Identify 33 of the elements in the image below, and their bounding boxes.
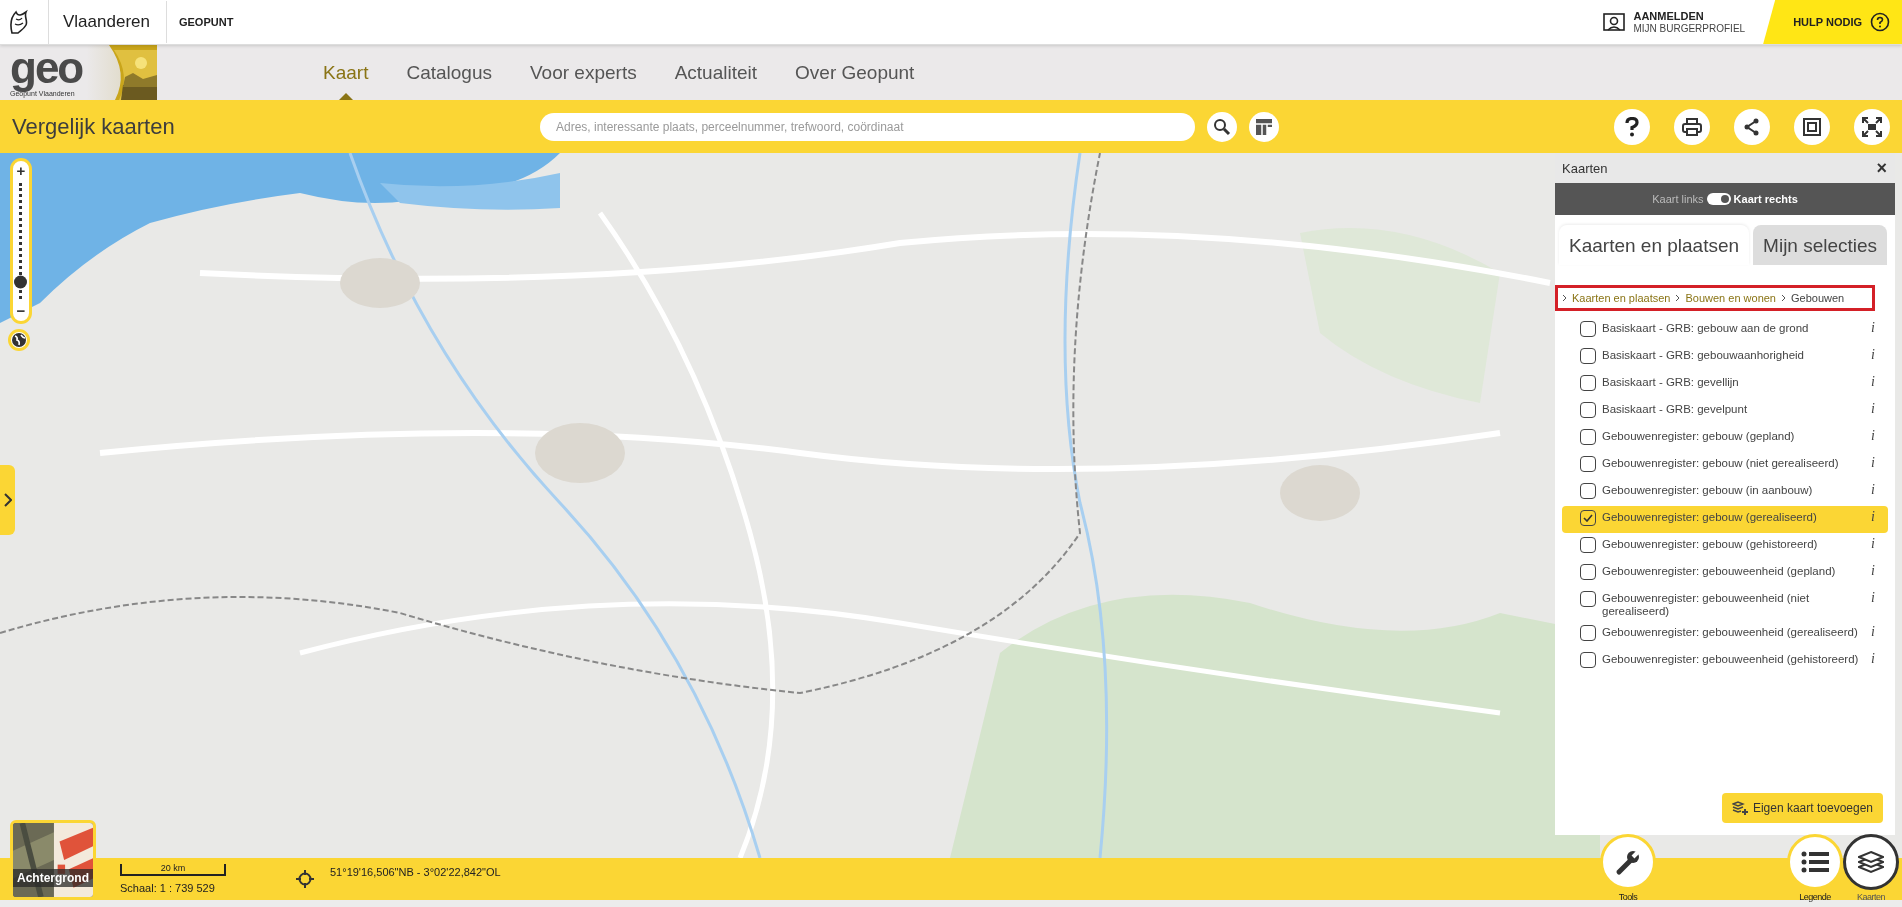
profile-card-icon[interactable]	[1603, 12, 1626, 32]
nav-tab[interactable]: Kaart	[323, 45, 369, 100]
help-button[interactable]: HULP NODIG	[1763, 0, 1902, 44]
search-field[interactable]: Adres, interessante plaats, perceelnummer, trefwoord, coördinaat	[540, 112, 1195, 141]
nav-tab[interactable]: Catalogus	[406, 45, 492, 100]
share-icon	[1743, 117, 1761, 136]
fullscreen-button[interactable]	[1854, 108, 1890, 145]
nav-tab[interactable]: Voor experts	[530, 45, 637, 100]
nav-tab[interactable]: Over Geopunt	[795, 45, 915, 100]
search-button[interactable]	[1207, 111, 1237, 142]
search-icon	[1213, 117, 1231, 136]
login-link[interactable]: AANMELDEN	[1633, 9, 1746, 24]
coordinates-text: 51°19'16,506"NB - 3°02'22,842"OL	[330, 866, 501, 878]
share-button[interactable]	[1734, 108, 1770, 145]
scale-bar: 20 km	[120, 864, 226, 876]
grid-layout-icon	[1255, 117, 1273, 136]
layout-button[interactable]	[1249, 111, 1279, 142]
fullscreen-icon	[1862, 116, 1882, 137]
nav-tab[interactable]: Actualiteit	[674, 45, 758, 100]
site-name[interactable]: GEOPUNT	[165, 1, 246, 43]
printer-icon	[1682, 117, 1702, 136]
page-title: Vergelijk kaarten	[12, 113, 176, 140]
region-name[interactable]: Vlaanderen	[48, 0, 166, 44]
login-subtitle: MIJN BURGERPROFIEL	[1633, 23, 1746, 35]
help-button[interactable]	[1614, 108, 1650, 145]
question-icon	[1870, 12, 1890, 32]
scale-text: Schaal: 1 : 739 529	[120, 882, 215, 894]
print-button[interactable]	[1674, 108, 1710, 145]
question-icon	[1623, 116, 1641, 137]
frame-icon	[1803, 117, 1821, 136]
crosshair-icon[interactable]	[296, 870, 314, 888]
frame-button[interactable]	[1794, 108, 1830, 145]
active-pointer-icon	[338, 93, 353, 100]
